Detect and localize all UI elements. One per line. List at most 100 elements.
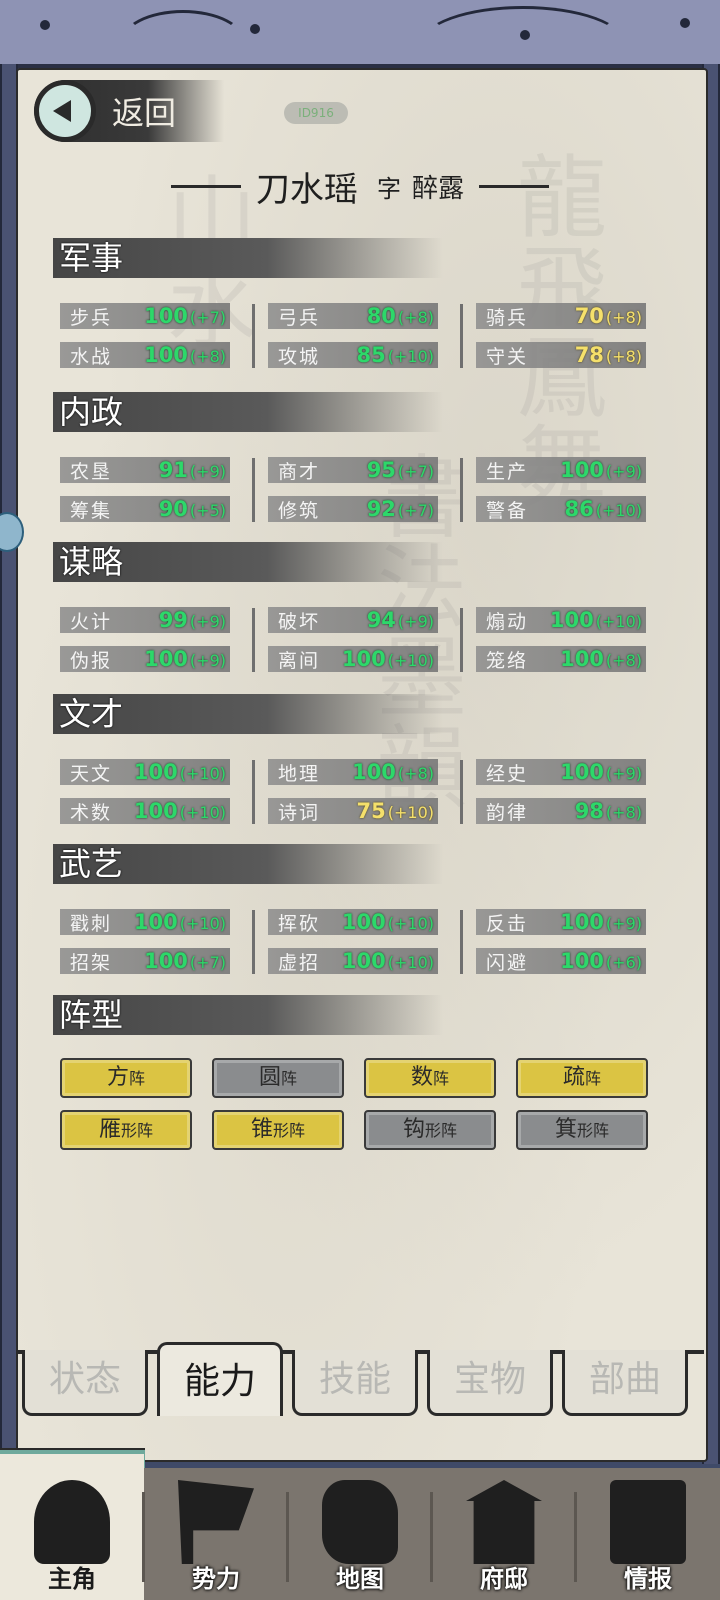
stat-value: 98 (+8) xyxy=(556,799,646,823)
stat-military-0[interactable]: 步兵 100 (+7) xyxy=(60,303,230,329)
stat-bonus: (+10) xyxy=(179,803,226,822)
stat-name: 术数 xyxy=(70,801,113,824)
stat-literary-5[interactable]: 韵律 98 (+8) xyxy=(476,798,646,824)
stat-bonus: (+5) xyxy=(189,501,226,520)
id-badge: ID916 xyxy=(284,102,348,124)
section-title-martial: 武艺 xyxy=(53,844,443,884)
stat-politics-5[interactable]: 警备 86 (+10) xyxy=(476,496,646,522)
stat-bonus: (+7) xyxy=(397,501,434,520)
stat-strategy-4[interactable]: 离间 100 (+10) xyxy=(268,646,438,672)
map-icon xyxy=(322,1480,398,1564)
stat-military-4[interactable]: 攻城 85 (+10) xyxy=(268,342,438,368)
stat-value: 100 (+9) xyxy=(556,458,646,482)
stat-military-2[interactable]: 骑兵 70 (+8) xyxy=(476,303,646,329)
subtab-1[interactable]: 能力 xyxy=(157,1342,283,1416)
stat-base-value: 91 xyxy=(158,458,188,482)
formation-button-1[interactable]: 圆阵 xyxy=(212,1058,344,1098)
stat-martial-5[interactable]: 闪避 100 (+6) xyxy=(476,948,646,974)
stat-strategy-5[interactable]: 笼络 100 (+8) xyxy=(476,646,646,672)
formation-button-4[interactable]: 雁形阵 xyxy=(60,1110,192,1150)
nav-item-3[interactable]: 府邸 xyxy=(432,1468,576,1600)
stat-bonus: (+10) xyxy=(387,803,434,822)
formation-suffix: 形阵 xyxy=(121,1121,154,1140)
formation-button-6[interactable]: 钩形阵 xyxy=(364,1110,496,1150)
right-ornament-icon xyxy=(479,185,550,188)
nav-separator xyxy=(142,1492,145,1582)
stat-value: 70 (+8) xyxy=(556,304,646,328)
stat-base-value: 100 xyxy=(341,647,386,671)
back-button[interactable]: 返回 xyxy=(34,80,224,142)
nav-item-0[interactable]: 主角 xyxy=(0,1454,144,1600)
stat-base-value: 86 xyxy=(564,497,594,521)
subtab-0[interactable]: 状态 xyxy=(22,1350,148,1416)
stat-military-3[interactable]: 水战 100 (+8) xyxy=(60,342,230,368)
column-divider xyxy=(460,304,463,368)
stat-value: 100 (+10) xyxy=(342,910,438,934)
stat-martial-2[interactable]: 反击 100 (+9) xyxy=(476,909,646,935)
stat-base-value: 80 xyxy=(366,304,396,328)
stat-bonus: (+10) xyxy=(387,953,434,972)
stat-base-value: 100 xyxy=(144,647,188,671)
stat-literary-2[interactable]: 经史 100 (+9) xyxy=(476,759,646,785)
formation-name: 雁 xyxy=(98,1117,121,1142)
subtab-3[interactable]: 宝物 xyxy=(427,1350,553,1416)
flag-icon xyxy=(178,1480,254,1564)
stat-literary-4[interactable]: 诗词 75 (+10) xyxy=(268,798,438,824)
stat-literary-0[interactable]: 天文 100 (+10) xyxy=(60,759,230,785)
nav-item-2[interactable]: 地图 xyxy=(288,1468,432,1600)
stat-base-value: 75 xyxy=(356,799,386,823)
formation-button-0[interactable]: 方阵 xyxy=(60,1058,192,1098)
back-arrow-icon xyxy=(34,80,96,142)
stat-value: 99 (+9) xyxy=(140,608,230,632)
formation-name: 钩 xyxy=(402,1117,425,1142)
stat-literary-3[interactable]: 术数 100 (+10) xyxy=(60,798,230,824)
stat-martial-1[interactable]: 挥砍 100 (+10) xyxy=(268,909,438,935)
column-divider xyxy=(460,608,463,672)
stat-politics-0[interactable]: 农垦 91 (+9) xyxy=(60,457,230,483)
stat-politics-2[interactable]: 生产 100 (+9) xyxy=(476,457,646,483)
stat-strategy-3[interactable]: 伪报 100 (+9) xyxy=(60,646,230,672)
stat-bonus: (+10) xyxy=(179,914,226,933)
column-divider xyxy=(460,760,463,824)
nav-label: 势力 xyxy=(192,1564,240,1593)
stat-politics-1[interactable]: 商才 95 (+7) xyxy=(268,457,438,483)
formation-button-7[interactable]: 箕形阵 xyxy=(516,1110,648,1150)
stat-strategy-0[interactable]: 火计 99 (+9) xyxy=(60,607,230,633)
formation-button-3[interactable]: 疏阵 xyxy=(516,1058,648,1098)
left-ornament-icon xyxy=(170,185,241,188)
stat-military-1[interactable]: 弓兵 80 (+8) xyxy=(268,303,438,329)
stat-bonus: (+6) xyxy=(605,953,642,972)
stat-name: 反击 xyxy=(486,912,529,935)
stat-value: 100 (+7) xyxy=(140,949,230,973)
stat-strategy-1[interactable]: 破坏 94 (+9) xyxy=(268,607,438,633)
stat-value: 100 (+8) xyxy=(140,343,230,367)
stat-politics-3[interactable]: 筹集 90 (+5) xyxy=(60,496,230,522)
formation-suffix: 阵 xyxy=(585,1069,602,1088)
formation-suffix: 形阵 xyxy=(425,1121,458,1140)
subtab-4[interactable]: 部曲 xyxy=(562,1350,688,1416)
stat-martial-0[interactable]: 戳刺 100 (+10) xyxy=(60,909,230,935)
nav-item-4[interactable]: 情报 xyxy=(576,1468,720,1600)
nav-item-1[interactable]: 势力 xyxy=(144,1468,288,1600)
formation-button-2[interactable]: 数阵 xyxy=(364,1058,496,1098)
stat-bonus: (+7) xyxy=(189,308,226,327)
stat-martial-4[interactable]: 虚招 100 (+10) xyxy=(268,948,438,974)
stat-bonus: (+9) xyxy=(189,651,226,670)
column-divider xyxy=(252,910,255,974)
subtab-2[interactable]: 技能 xyxy=(292,1350,418,1416)
stat-base-value: 85 xyxy=(356,343,386,367)
stat-politics-4[interactable]: 修筑 92 (+7) xyxy=(268,496,438,522)
stat-literary-1[interactable]: 地理 100 (+8) xyxy=(268,759,438,785)
stat-bonus: (+8) xyxy=(605,803,642,822)
mansion-icon xyxy=(466,1480,542,1564)
stat-bonus: (+8) xyxy=(605,308,642,327)
stat-base-value: 100 xyxy=(144,343,188,367)
stat-base-value: 100 xyxy=(560,949,604,973)
stat-base-value: 100 xyxy=(133,760,178,784)
stat-bonus: (+8) xyxy=(397,308,434,327)
formation-button-5[interactable]: 锥形阵 xyxy=(212,1110,344,1150)
stat-martial-3[interactable]: 招架 100 (+7) xyxy=(60,948,230,974)
stat-strategy-2[interactable]: 煽动 100 (+10) xyxy=(476,607,646,633)
stat-name: 攻城 xyxy=(278,345,321,368)
stat-military-5[interactable]: 守关 78 (+8) xyxy=(476,342,646,368)
